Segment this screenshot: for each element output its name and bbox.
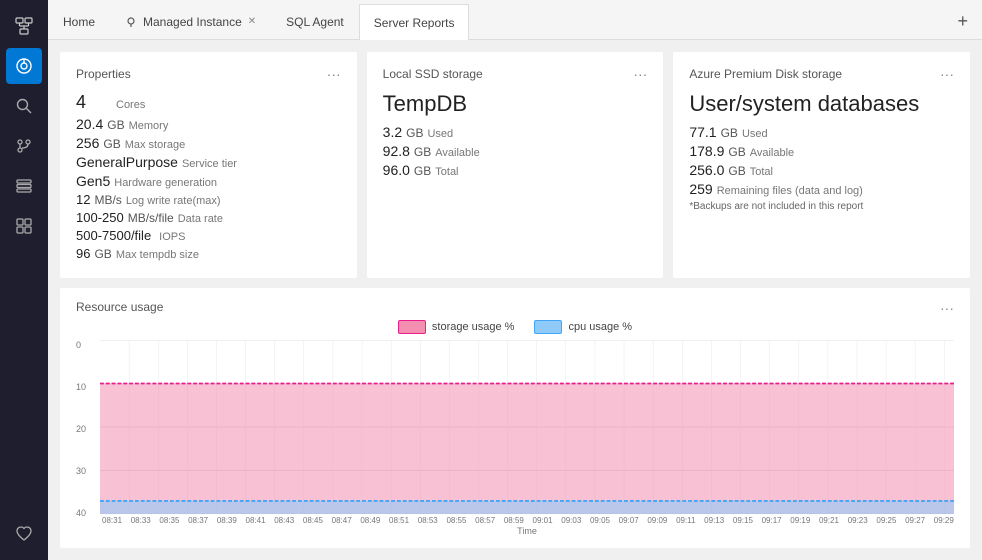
properties-card-header: Properties ··· xyxy=(76,66,341,82)
cpu-area xyxy=(100,501,954,514)
resource-more-button[interactable]: ··· xyxy=(940,300,954,316)
azure-disk-card: Azure Premium Disk storage ··· User/syst… xyxy=(673,52,970,278)
content-area: Properties ··· 4 Cores 20.4 GB Memory 25… xyxy=(48,40,982,560)
local-ssd-card-header: Local SSD storage ··· xyxy=(383,66,648,82)
prop-azure-used: 77.1 GB Used xyxy=(689,124,954,140)
azure-note: *Backups are not included in this report xyxy=(689,201,954,212)
prop-tempdb-used: 3.2 GB Used xyxy=(383,124,648,140)
cards-row: Properties ··· 4 Cores 20.4 GB Memory 25… xyxy=(60,52,970,278)
tab-sql-agent[interactable]: SQL Agent xyxy=(271,3,359,39)
prop-tempdb-total: 96.0 GB Total xyxy=(383,162,648,178)
tab-home[interactable]: Home xyxy=(48,3,110,39)
chart-inner: 08:31 08:33 08:35 08:37 08:39 08:41 08:4… xyxy=(100,340,954,536)
tab-bar: Home Managed Instance ✕ SQL Agent Server… xyxy=(48,0,982,40)
pin-icon xyxy=(125,16,137,28)
grid-icon[interactable] xyxy=(6,208,42,244)
prop-azure-available: 178.9 GB Available xyxy=(689,143,954,159)
tab-managed-instance[interactable]: Managed Instance ✕ xyxy=(110,3,271,39)
legend-cpu: cpu usage % xyxy=(534,320,632,334)
prop-cores: 4 Cores xyxy=(76,92,341,113)
azure-disk-card-header: Azure Premium Disk storage ··· xyxy=(689,66,954,82)
legend-storage: storage usage % xyxy=(398,320,515,334)
main-area: Home Managed Instance ✕ SQL Agent Server… xyxy=(48,0,982,560)
sidebar xyxy=(0,0,48,560)
storage-area xyxy=(100,384,954,515)
prop-memory: 20.4 GB Memory xyxy=(76,116,341,132)
prop-max-storage: 256 GB Max storage xyxy=(76,135,341,151)
local-ssd-title: TempDB xyxy=(383,92,648,116)
connections-icon[interactable] xyxy=(6,8,42,44)
x-axis-label: Time xyxy=(100,526,954,536)
azure-disk-title: User/system databases xyxy=(689,92,954,116)
tab-add-button[interactable]: + xyxy=(943,3,982,39)
tab-close-managed[interactable]: ✕ xyxy=(248,16,256,27)
prop-iops: 500-7500/file IOPS xyxy=(76,228,341,243)
tab-server-reports[interactable]: Server Reports xyxy=(359,4,470,40)
resource-usage-card: Resource usage ··· storage usage % cpu u… xyxy=(60,288,970,548)
activity-icon[interactable] xyxy=(6,48,42,84)
resource-usage-header: Resource usage ··· xyxy=(76,300,954,316)
properties-more-button[interactable]: ··· xyxy=(327,66,341,82)
prop-max-tempdb: 96 GB Max tempdb size xyxy=(76,246,341,261)
prop-azure-total: 256.0 GB Total xyxy=(689,162,954,178)
chart-legend: storage usage % cpu usage % xyxy=(76,320,954,334)
search-icon[interactable] xyxy=(6,88,42,124)
chart-area xyxy=(100,340,954,514)
prop-azure-remaining: 259 Remaining files (data and log) xyxy=(689,181,954,197)
prop-service-tier: GeneralPurpose Service tier xyxy=(76,154,341,170)
database-icon[interactable] xyxy=(6,168,42,204)
x-axis: 08:31 08:33 08:35 08:37 08:39 08:41 08:4… xyxy=(100,514,954,525)
local-ssd-card: Local SSD storage ··· TempDB 3.2 GB Used… xyxy=(367,52,664,278)
chart-wrap: 40 30 20 10 0 xyxy=(76,340,954,536)
prop-tempdb-available: 92.8 GB Available xyxy=(383,143,648,159)
properties-card: Properties ··· 4 Cores 20.4 GB Memory 25… xyxy=(60,52,357,278)
prop-log-write: 12 MB/s Log write rate(max) xyxy=(76,192,341,207)
heart-icon[interactable] xyxy=(6,516,42,552)
azure-disk-more-button[interactable]: ··· xyxy=(940,66,954,82)
y-axis: 40 30 20 10 0 xyxy=(76,340,100,536)
chart-svg xyxy=(100,340,954,514)
legend-cpu-box xyxy=(534,320,562,334)
prop-hardware-gen: Gen5 Hardware generation xyxy=(76,173,341,189)
git-icon[interactable] xyxy=(6,128,42,164)
local-ssd-more-button[interactable]: ··· xyxy=(633,66,647,82)
legend-storage-box xyxy=(398,320,426,334)
prop-data-rate: 100-250 MB/s/file Data rate xyxy=(76,210,341,225)
